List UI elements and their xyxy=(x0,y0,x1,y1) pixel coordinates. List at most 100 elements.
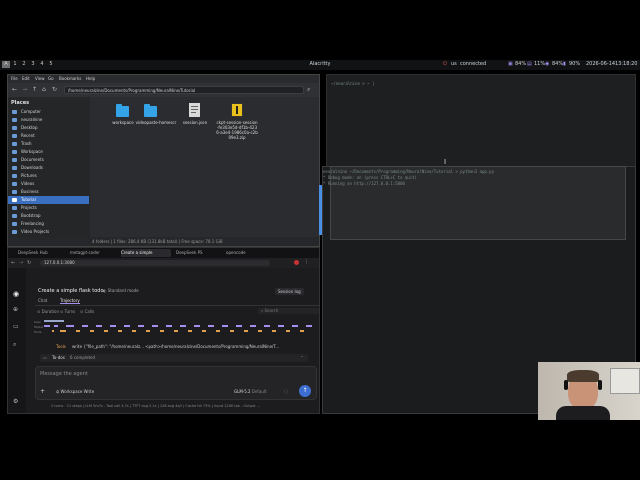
forward-icon[interactable]: → xyxy=(19,260,23,266)
timeline-bar[interactable] xyxy=(118,330,122,332)
workspace-button-4[interactable]: 4 xyxy=(38,61,46,68)
timeline-bar[interactable] xyxy=(208,325,214,327)
power-icon[interactable]: ⏻ xyxy=(443,61,447,67)
sidebar-item-computer[interactable]: Computer xyxy=(8,108,89,116)
timeline-bar[interactable] xyxy=(82,325,88,327)
mic-icon[interactable]: ◌ xyxy=(284,389,288,395)
timeline-bar[interactable] xyxy=(230,330,234,332)
sidebar-item-recent[interactable]: Recent xyxy=(8,132,89,140)
tab-chat[interactable]: Chat xyxy=(38,298,47,303)
timeline-bar[interactable] xyxy=(54,325,58,327)
workspace-button-2[interactable]: 2 xyxy=(20,61,28,68)
sidebar-item-videos[interactable]: Videos xyxy=(8,180,89,188)
log-entry[interactable]: write {"file_path": "/home/neuralz... <p… xyxy=(72,344,315,349)
sidebar-item-pictures[interactable]: Pictures xyxy=(8,172,89,180)
timeline-bar[interactable] xyxy=(44,320,64,322)
timeline-bar[interactable] xyxy=(250,325,256,327)
address-bar[interactable]: 127.0.0.1:3080 xyxy=(40,260,270,266)
chats-icon[interactable]: ▭ xyxy=(13,323,19,330)
timeline-bar[interactable] xyxy=(300,330,304,332)
search-input[interactable]: ⌕ Search xyxy=(258,308,319,314)
terminal-top[interactable]: ~/neuralnine > ~ | xyxy=(326,74,636,168)
send-button[interactable]: ↑ xyxy=(299,385,311,397)
message-input[interactable]: Message the agent xyxy=(40,371,88,377)
timeline-bar[interactable] xyxy=(286,330,290,332)
menu-go[interactable]: Go xyxy=(48,76,54,81)
workspace-button-5[interactable]: 5 xyxy=(47,61,55,68)
timeline-bar[interactable] xyxy=(216,330,220,332)
trajectory-timeline[interactable] xyxy=(44,319,318,335)
timeline-bar[interactable] xyxy=(66,325,74,327)
timeline-bar[interactable] xyxy=(152,325,158,327)
timeline-bar[interactable] xyxy=(60,330,66,332)
search-icon[interactable]: ⌕ xyxy=(13,341,16,349)
browser-tab[interactable]: opencode xyxy=(226,249,271,257)
forward-icon[interactable]: → xyxy=(22,86,27,93)
timeline-bar[interactable] xyxy=(90,330,94,332)
workspace-button-1[interactable]: 1 xyxy=(11,61,19,68)
timeline-bar[interactable] xyxy=(76,330,80,332)
todo-panel[interactable]: ▭ To-dos 6 completed ⌃ xyxy=(40,354,308,362)
timeline-bar[interactable] xyxy=(236,325,242,327)
timeline-bar[interactable] xyxy=(258,330,262,332)
sidebar-item-tutorial[interactable]: Tutorial xyxy=(8,196,89,204)
workspace-select[interactable]: ⛭ Workspace Write xyxy=(56,389,94,394)
settings-icon[interactable]: ⚙ xyxy=(13,398,18,405)
menu-edit[interactable]: Edit xyxy=(22,76,30,81)
sidebar-item-workspace[interactable]: Workspace xyxy=(8,148,89,156)
terminal-floating[interactable]: neuralnine ~/Documents/Programming/Neura… xyxy=(323,166,626,240)
timeline-bar[interactable] xyxy=(52,330,54,332)
timeline-bar[interactable] xyxy=(110,325,116,327)
search-icon[interactable]: ⌕ xyxy=(307,86,310,94)
session-log-button[interactable]: Session log xyxy=(275,288,304,295)
attach-icon[interactable]: + xyxy=(40,388,45,395)
timeline-bar[interactable] xyxy=(180,325,186,327)
location-bar[interactable]: /home/neuralzine/Documents/Programming/N… xyxy=(64,86,304,94)
menu-file[interactable]: File xyxy=(11,76,18,81)
timeline-bar[interactable] xyxy=(146,330,150,332)
up-icon[interactable]: ↑ xyxy=(32,86,37,93)
sidebar-item-trash[interactable]: Trash xyxy=(8,140,89,148)
timeline-bar[interactable] xyxy=(222,325,228,327)
timeline-bar[interactable] xyxy=(272,330,276,332)
sidebar-item-business[interactable]: Business xyxy=(8,188,89,196)
timeline-bar[interactable] xyxy=(202,330,206,332)
timeline-bar[interactable] xyxy=(166,325,172,327)
extension-icon[interactable] xyxy=(294,260,299,265)
browser-tab[interactable]: DeepSeek Hub xyxy=(18,249,63,257)
timeline-bar[interactable] xyxy=(44,325,50,327)
workspace-button-a[interactable]: A xyxy=(2,61,10,68)
reload-icon[interactable]: ↻ xyxy=(52,86,57,93)
sidebar-item-freelancing[interactable]: Freelancing xyxy=(8,220,89,228)
workspace-button-3[interactable]: 3 xyxy=(29,61,37,68)
model-select[interactable]: GLM-5.2 Default xyxy=(234,389,267,394)
sidebar-item-video-projects[interactable]: Video Projects xyxy=(8,228,89,236)
timeline-bar[interactable] xyxy=(194,325,200,327)
back-icon[interactable]: ← xyxy=(12,86,17,93)
tab-trajectory[interactable]: Trajectory xyxy=(60,298,80,304)
timeline-bar[interactable] xyxy=(96,325,102,327)
timeline-bar[interactable] xyxy=(292,325,298,327)
timeline-bar[interactable] xyxy=(306,325,312,327)
menu-view[interactable]: View xyxy=(35,76,45,81)
menu-help[interactable]: Help xyxy=(86,76,95,81)
browser-tab-active[interactable]: Create a simple xyxy=(121,249,171,257)
timeline-bar[interactable] xyxy=(138,325,144,327)
browser-tab[interactable]: metagpt-coder xyxy=(70,249,115,257)
sidebar-item-desktop[interactable]: Desktop xyxy=(8,124,89,132)
menu-icon[interactable]: ⋮ xyxy=(304,259,309,265)
filter-calls[interactable]: ⊙ Calls xyxy=(80,309,94,314)
back-icon[interactable]: ← xyxy=(11,260,15,266)
filter-turns[interactable]: ⊙ Turns xyxy=(60,309,75,314)
timeline-bar[interactable] xyxy=(174,330,178,332)
sidebar-item-bootstrap[interactable]: Bootstrap xyxy=(8,212,89,220)
menu-bookmarks[interactable]: Bookmarks xyxy=(59,76,81,81)
sidebar-item-home[interactable]: neuralnine xyxy=(8,116,89,124)
filter-duration[interactable]: ⊙ Duration xyxy=(37,309,59,314)
timeline-bar[interactable] xyxy=(188,330,192,332)
sidebar-item-projects[interactable]: Projects xyxy=(8,204,89,212)
timeline-bar[interactable] xyxy=(264,325,270,327)
new-chat-icon[interactable]: ⊕ xyxy=(13,306,18,313)
timeline-bar[interactable] xyxy=(124,325,130,327)
reload-icon[interactable]: ↻ xyxy=(27,260,31,266)
